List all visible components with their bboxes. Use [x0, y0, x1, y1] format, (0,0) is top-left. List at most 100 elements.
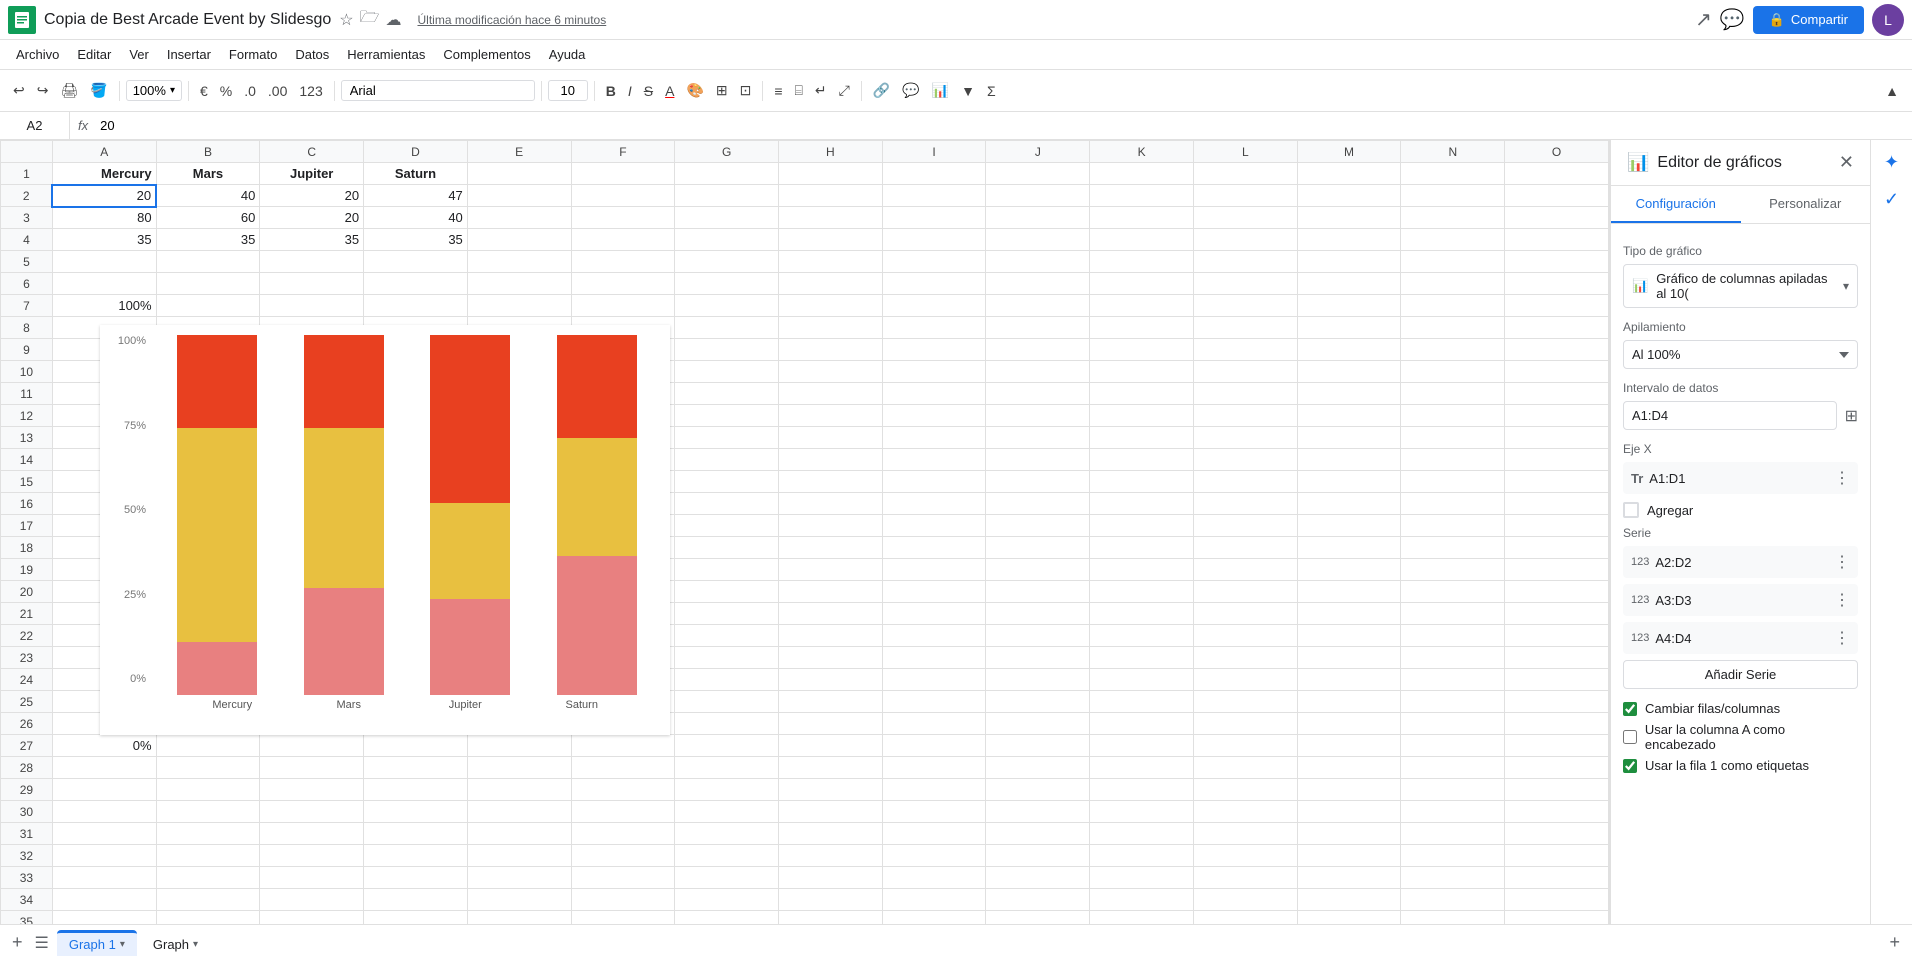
cell-r6c3[interactable] [364, 273, 468, 295]
menu-formato[interactable]: Formato [221, 43, 285, 66]
cell-r29c3[interactable] [364, 779, 468, 801]
cell-r5c8[interactable] [882, 251, 986, 273]
comment-icon[interactable]: 💬 [1720, 7, 1745, 32]
cell-r5c1[interactable] [156, 251, 260, 273]
cell-r30c2[interactable] [260, 801, 364, 823]
cell-r27c6[interactable] [675, 735, 779, 757]
cell-r33c9[interactable] [986, 867, 1090, 889]
cell-r31c5[interactable] [571, 823, 675, 845]
folder-icon[interactable]: 🗁 [360, 6, 380, 33]
cell-r14c6[interactable] [675, 449, 779, 471]
cell-r24c12[interactable] [1297, 669, 1401, 691]
cell-r6c4[interactable] [467, 273, 571, 295]
cell-r6c9[interactable] [986, 273, 1090, 295]
cell-r20c14[interactable] [1505, 581, 1609, 603]
cell-r15c9[interactable] [986, 471, 1090, 493]
cell-r3c5[interactable] [571, 207, 675, 229]
cell-r5c7[interactable] [779, 251, 883, 273]
paint-format-button[interactable]: 🪣 [85, 78, 112, 103]
cell-r24c7[interactable] [779, 669, 883, 691]
cell-r28c10[interactable] [1090, 757, 1194, 779]
cell-r1c3[interactable]: Saturn [364, 163, 468, 185]
cell-r3c2[interactable]: 20 [260, 207, 364, 229]
cell-r6c6[interactable] [675, 273, 779, 295]
cell-r33c1[interactable] [156, 867, 260, 889]
cell-r35c11[interactable] [1193, 911, 1297, 925]
cell-r16c9[interactable] [986, 493, 1090, 515]
cell-r33c6[interactable] [675, 867, 779, 889]
cell-r8c10[interactable] [1090, 317, 1194, 339]
cell-r32c11[interactable] [1193, 845, 1297, 867]
cell-r31c6[interactable] [675, 823, 779, 845]
cell-r11c8[interactable] [882, 383, 986, 405]
cell-r28c11[interactable] [1193, 757, 1297, 779]
cell-r3c14[interactable] [1505, 207, 1609, 229]
cell-r1c7[interactable] [779, 163, 883, 185]
cell-r15c8[interactable] [882, 471, 986, 493]
cell-r2c3[interactable]: 47 [364, 185, 468, 207]
share-button[interactable]: 🔒 Compartir [1753, 6, 1864, 34]
cell-r22c13[interactable] [1401, 625, 1505, 647]
col-header-g[interactable]: G [675, 141, 779, 163]
cell-r19c9[interactable] [986, 559, 1090, 581]
cell-r11c11[interactable] [1193, 383, 1297, 405]
cell-r7c2[interactable] [260, 295, 364, 317]
cell-r13c11[interactable] [1193, 427, 1297, 449]
chart-container[interactable]: 100% 75% 50% 25% 0% MercuryMarsJupiterSa… [100, 325, 670, 735]
cell-r19c6[interactable] [675, 559, 779, 581]
cell-r9c9[interactable] [986, 339, 1090, 361]
cell-r2c14[interactable] [1505, 185, 1609, 207]
cell-r29c4[interactable] [467, 779, 571, 801]
cell-r14c10[interactable] [1090, 449, 1194, 471]
cell-r12c14[interactable] [1505, 405, 1609, 427]
cell-r17c8[interactable] [882, 515, 986, 537]
cell-r24c8[interactable] [882, 669, 986, 691]
cell-r17c9[interactable] [986, 515, 1090, 537]
cell-r5c2[interactable] [260, 251, 364, 273]
number-format-button[interactable]: 123 [294, 79, 327, 103]
add-serie-button[interactable]: Añadir Serie [1623, 660, 1858, 689]
cell-r30c7[interactable] [779, 801, 883, 823]
cell-r3c9[interactable] [986, 207, 1090, 229]
cell-r34c8[interactable] [882, 889, 986, 911]
cell-r27c7[interactable] [779, 735, 883, 757]
cell-r8c13[interactable] [1401, 317, 1505, 339]
cell-r31c1[interactable] [156, 823, 260, 845]
cell-r33c3[interactable] [364, 867, 468, 889]
cell-r7c4[interactable] [467, 295, 571, 317]
cell-r5c11[interactable] [1193, 251, 1297, 273]
cell-r18c14[interactable] [1505, 537, 1609, 559]
menu-ver[interactable]: Ver [121, 43, 157, 66]
cell-r30c11[interactable] [1193, 801, 1297, 823]
cell-r32c6[interactable] [675, 845, 779, 867]
cell-r2c8[interactable] [882, 185, 986, 207]
cell-r3c6[interactable] [675, 207, 779, 229]
cell-r18c9[interactable] [986, 537, 1090, 559]
print-button[interactable]: 🖨 [55, 78, 83, 103]
cell-r26c9[interactable] [986, 713, 1090, 735]
cell-r28c7[interactable] [779, 757, 883, 779]
cell-r13c6[interactable] [675, 427, 779, 449]
decimal-decrease-button[interactable]: .0 [239, 79, 261, 103]
cell-r1c13[interactable] [1401, 163, 1505, 185]
cell-r28c6[interactable] [675, 757, 779, 779]
cell-r28c2[interactable] [260, 757, 364, 779]
cell-r1c9[interactable] [986, 163, 1090, 185]
cell-r16c13[interactable] [1401, 493, 1505, 515]
cell-r31c4[interactable] [467, 823, 571, 845]
cell-r10c9[interactable] [986, 361, 1090, 383]
cell-r35c6[interactable] [675, 911, 779, 925]
cell-r30c12[interactable] [1297, 801, 1401, 823]
cell-r6c14[interactable] [1505, 273, 1609, 295]
cell-r3c1[interactable]: 60 [156, 207, 260, 229]
menu-insertar[interactable]: Insertar [159, 43, 219, 66]
cell-r10c11[interactable] [1193, 361, 1297, 383]
cell-r2c0[interactable]: 20 [52, 185, 156, 207]
cell-r29c2[interactable] [260, 779, 364, 801]
cell-r32c12[interactable] [1297, 845, 1401, 867]
cell-r5c12[interactable] [1297, 251, 1401, 273]
cell-r4c14[interactable] [1505, 229, 1609, 251]
cell-r11c14[interactable] [1505, 383, 1609, 405]
cell-r35c13[interactable] [1401, 911, 1505, 925]
cell-r4c11[interactable] [1193, 229, 1297, 251]
